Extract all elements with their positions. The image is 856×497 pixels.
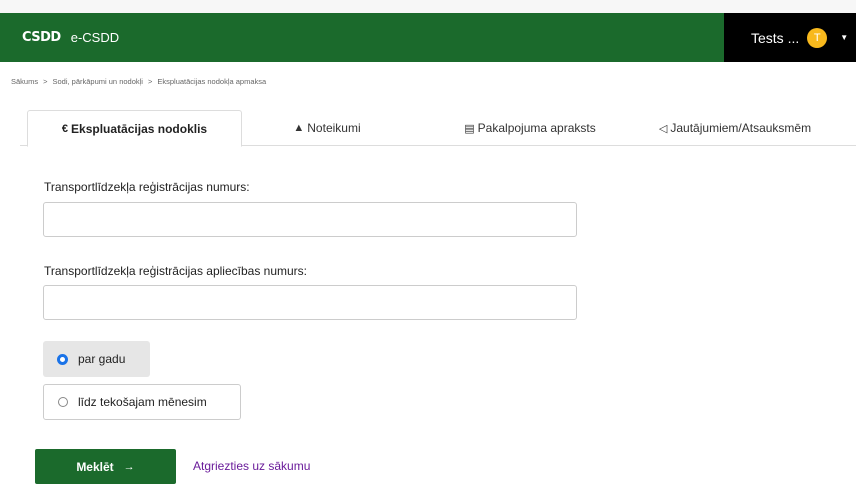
tab-label: Pakalpojuma apraksts bbox=[477, 121, 596, 135]
radio-unselected-icon bbox=[58, 397, 68, 407]
tab-label: Jautājumiem/Atsauksmēm bbox=[670, 121, 812, 135]
tab-service-description[interactable]: ▤ Pakalpojuma apraksts bbox=[430, 110, 630, 146]
breadcrumb-separator: > bbox=[147, 77, 153, 86]
breadcrumb-item-home[interactable]: Sākums bbox=[11, 77, 38, 86]
brand[interactable]: CSDD e-CSDD bbox=[22, 13, 119, 62]
back-to-start-link[interactable]: Atgriezties uz sākumu bbox=[193, 459, 310, 473]
radio-per-year[interactable]: par gadu bbox=[43, 341, 150, 377]
warning-icon: ▲ bbox=[293, 122, 305, 134]
radio-until-current-month[interactable]: līdz tekošajam mēnesim bbox=[43, 384, 241, 420]
breadcrumb-item-fines[interactable]: Sodi, pārkāpumi un nodokļi bbox=[52, 77, 142, 86]
avatar: T bbox=[807, 27, 828, 48]
csdd-logo-icon: CSDD bbox=[22, 30, 61, 45]
caret-down-icon: ▼ bbox=[840, 33, 849, 42]
top-strip bbox=[0, 0, 856, 13]
breadcrumb-item-current: Ekspluatācijas nodokļa apmaksa bbox=[157, 77, 267, 86]
tab-label: Ekspluatācijas nodoklis bbox=[71, 121, 208, 136]
tab-bar: € Ekspluatācijas nodoklis ▲ Noteikumi ▤ … bbox=[20, 110, 856, 147]
document-icon: ▤ bbox=[464, 122, 475, 135]
tab-feedback[interactable]: ◁ Jautājumiem/Atsauksmēm bbox=[630, 110, 840, 146]
cert-number-input[interactable] bbox=[43, 285, 577, 320]
app-name: e-CSDD bbox=[70, 30, 120, 45]
tab-operation-tax[interactable]: € Ekspluatācijas nodoklis bbox=[27, 110, 242, 147]
radio-label: līdz tekošajam mēnesim bbox=[78, 395, 207, 409]
tab-rules[interactable]: ▲ Noteikumi bbox=[252, 110, 402, 146]
megaphone-icon: ◁ bbox=[658, 122, 668, 135]
search-button[interactable]: Meklēt → bbox=[35, 449, 176, 484]
radio-selected-icon bbox=[57, 353, 68, 365]
breadcrumb: Sākums > Sodi, pārkāpumi un nodokļi > Eksplu… bbox=[11, 77, 266, 86]
breadcrumb-separator: > bbox=[43, 77, 48, 86]
radio-label: par gadu bbox=[78, 352, 126, 366]
user-name: Tests ... bbox=[751, 29, 800, 46]
user-menu[interactable]: Tests ... T ▼ bbox=[724, 13, 856, 62]
arrow-right-icon: → bbox=[123, 460, 135, 473]
cert-number-label: Transportlīdzekļa reģistrācijas apliecīb… bbox=[44, 264, 307, 278]
reg-number-label: Transportlīdzekļa reģistrācijas numurs: bbox=[44, 180, 250, 194]
search-button-label: Meklēt bbox=[76, 459, 114, 474]
tab-label: Noteikumi bbox=[307, 121, 361, 135]
reg-number-input[interactable] bbox=[43, 202, 577, 237]
app-header: CSDD e-CSDD Tests ... T ▼ bbox=[0, 13, 856, 62]
euro-icon: € bbox=[61, 122, 69, 135]
